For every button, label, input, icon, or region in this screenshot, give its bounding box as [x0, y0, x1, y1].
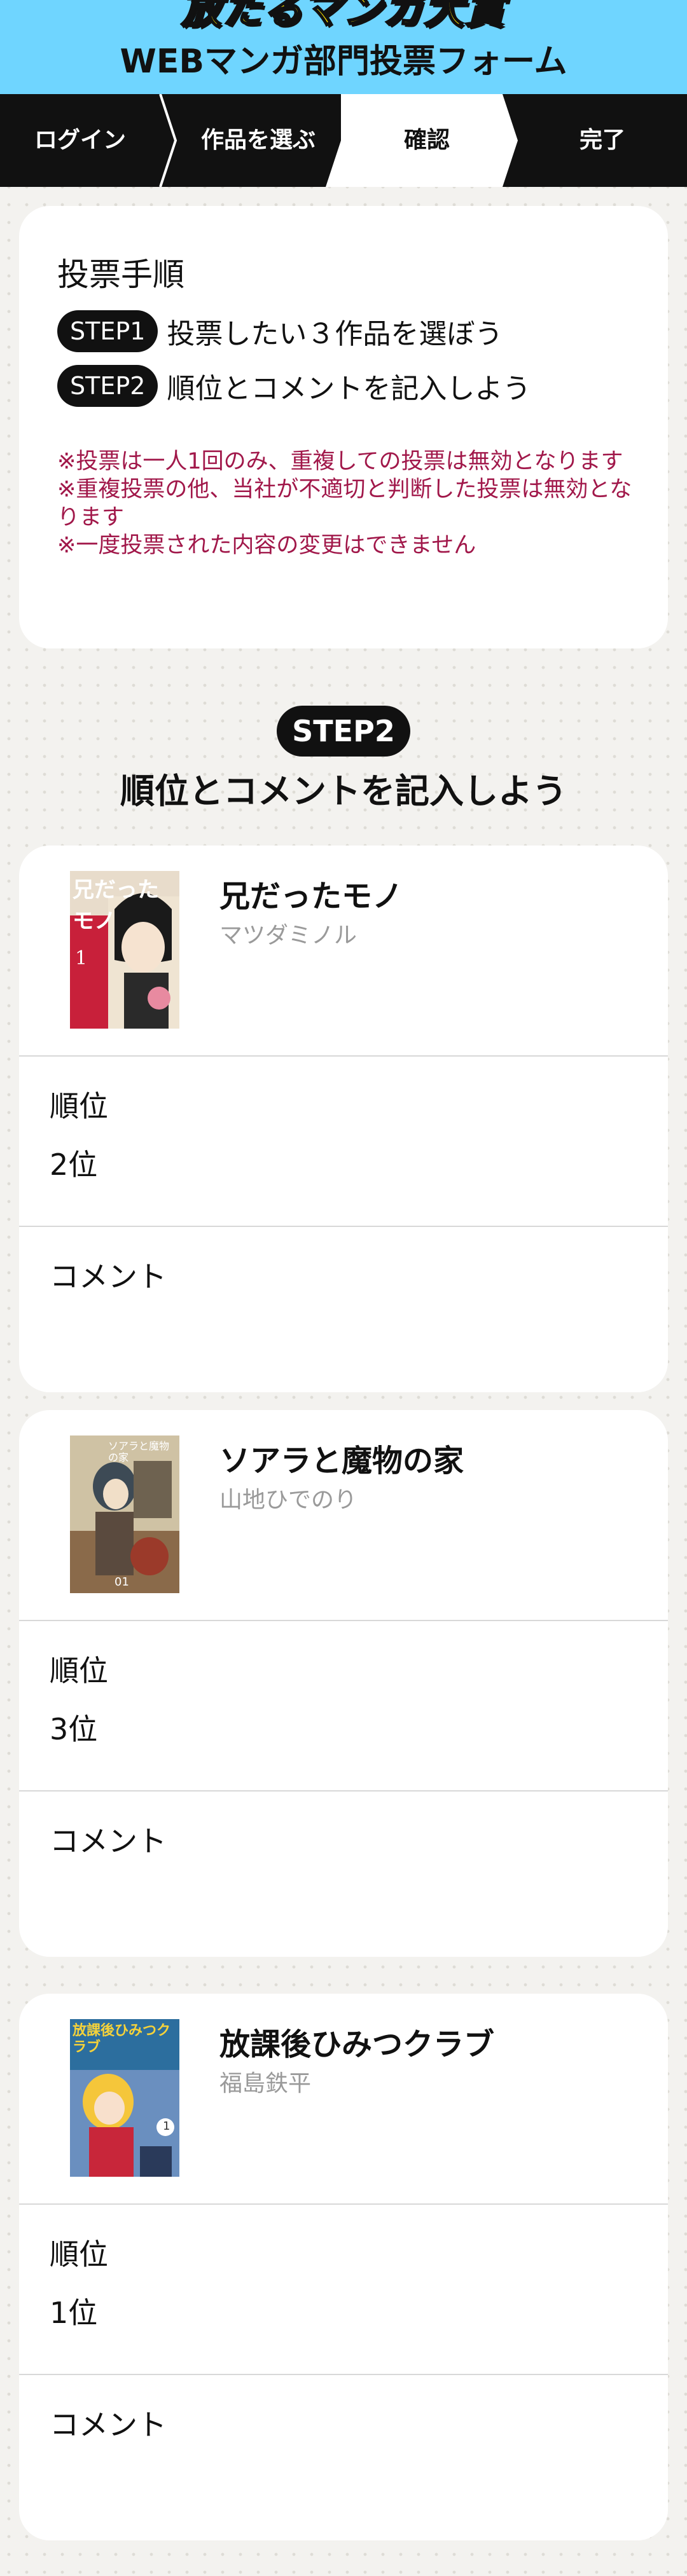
divider	[19, 1226, 668, 1227]
step2-badge: STEP2	[57, 365, 158, 407]
step-select-works: 作品を選ぶ	[200, 127, 316, 153]
work-cover-image: 放課後ひみつクラブ 1	[70, 2019, 179, 2177]
divider	[19, 1055, 668, 1057]
divider	[19, 2374, 668, 2375]
award-logo: 放たるマンガ大賞	[181, 0, 506, 34]
work-card-1: 兄だったモノ 1 兄だったモノ マツダミノル 順位 2位 コメント	[19, 846, 668, 1392]
cover-title-art: 兄だったモノ	[73, 877, 159, 934]
comment-label: コメント	[50, 1259, 167, 1294]
divider	[19, 1790, 668, 1792]
cover-title-art: ソアラと魔物の家	[108, 1440, 170, 1463]
step-confirm: 確認	[403, 127, 450, 153]
voting-notes: ※投票は一人1回のみ、重複しての投票は無効となります ※重複投票の他、当社が不適…	[57, 448, 649, 559]
rank-select[interactable]: 2位	[50, 1142, 97, 1184]
work-info: 兄だったモノ 1 兄だったモノ マツダミノル	[19, 846, 668, 1055]
comment-textarea[interactable]	[50, 1310, 635, 1373]
cover-volume-number: 1	[75, 947, 88, 969]
instruction-step-1: STEP1 投票したい３作品を選ぼう	[57, 309, 503, 353]
step-login: ログイン	[34, 127, 126, 153]
work-card-2: ソアラと魔物の家 01 ソアラと魔物の家 山地ひでのり 順位 3位 コメント	[19, 1410, 668, 1957]
step-separator-chevron	[159, 94, 177, 187]
comment-label: コメント	[50, 1824, 167, 1858]
note-one-vote: ※投票は一人1回のみ、重複しての投票は無効となります	[57, 449, 623, 474]
rank-select[interactable]: 1位	[50, 2290, 97, 2332]
divider	[19, 1620, 668, 1621]
work-title: 放課後ひみつクラブ	[219, 2027, 495, 2062]
cover-volume-number: 01	[114, 1575, 129, 1589]
work-author: 山地ひでのり	[219, 1487, 357, 1513]
step-complete: 完了	[579, 127, 625, 153]
work-info: ソアラと魔物の家 01 ソアラと魔物の家 山地ひでのり	[19, 1410, 668, 1620]
work-author: マツダミノル	[219, 922, 357, 949]
step1-badge: STEP1	[57, 310, 158, 352]
section-step-badge: STEP2	[277, 706, 410, 757]
work-author: 福島鉄平	[219, 2071, 312, 2097]
site-header: 放たるマンガ大賞 WEBマンガ部門投票フォーム	[0, 0, 687, 94]
divider	[19, 2203, 668, 2205]
comment-label: コメント	[50, 2408, 167, 2442]
rank-select[interactable]: 3位	[50, 1706, 97, 1748]
work-title: ソアラと魔物の家	[219, 1443, 464, 1479]
rank-label: 順位	[50, 2237, 108, 2271]
work-card-3: 放課後ひみつクラブ 1 放課後ひみつクラブ 福島鉄平 順位 1位 コメント	[19, 1994, 668, 2540]
instructions-heading: 投票手順	[57, 256, 184, 293]
note-no-changes: ※一度投票された内容の変更はできません	[57, 533, 476, 558]
cover-volume-number: 1	[163, 2120, 170, 2133]
work-cover-image: ソアラと魔物の家 01	[70, 1435, 179, 1593]
form-title: WEBマンガ部門投票フォーム	[120, 43, 567, 81]
note-invalid-votes: ※重複投票の他、当社が不適切と判断した投票は無効となります	[57, 477, 632, 530]
step2-section-header: STEP2 順位とコメントを記入しよう	[0, 706, 687, 813]
instruction-step-2: STEP2 順位とコメントを記入しよう	[57, 364, 531, 408]
work-info: 放課後ひみつクラブ 1 放課後ひみつクラブ 福島鉄平	[19, 1994, 668, 2203]
work-title: 兄だったモノ	[219, 879, 403, 914]
rank-label: 順位	[50, 1654, 108, 1688]
comment-textarea[interactable]	[50, 1874, 635, 1938]
rank-label: 順位	[50, 1089, 108, 1123]
cover-title-art: 放課後ひみつクラブ	[73, 2023, 171, 2055]
step2-text: 順位とコメントを記入しよう	[167, 373, 531, 405]
work-cover-image: 兄だったモノ 1	[70, 871, 179, 1029]
voting-instructions-card: 投票手順 STEP1 投票したい３作品を選ぼう STEP2 順位とコメントを記入…	[19, 206, 668, 648]
progress-steps-bar: ログイン 作品を選ぶ 確認 完了	[0, 94, 687, 187]
section-title: 順位とコメントを記入しよう	[120, 771, 567, 811]
comment-textarea[interactable]	[50, 2458, 635, 2521]
step1-text: 投票したい３作品を選ぼう	[167, 318, 503, 350]
